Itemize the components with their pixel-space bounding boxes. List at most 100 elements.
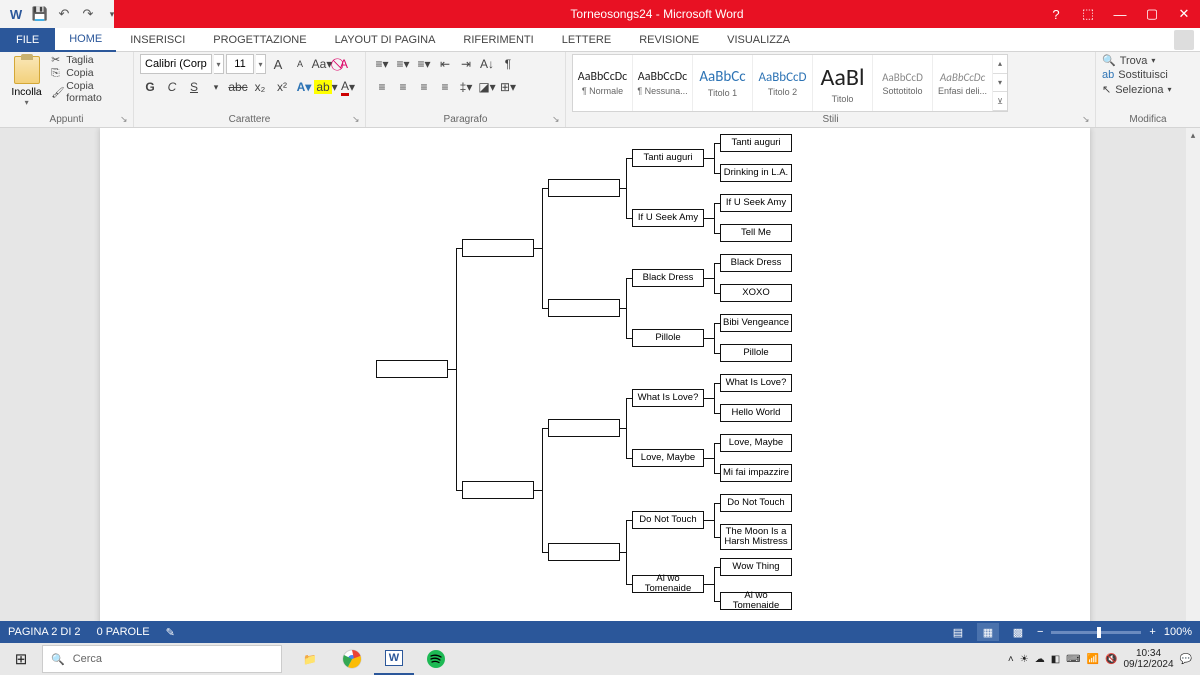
- text-effects-icon[interactable]: A▾: [294, 77, 314, 97]
- bullets-icon[interactable]: ≡▾: [372, 54, 392, 74]
- help-icon[interactable]: ?: [1040, 0, 1072, 28]
- replace-button[interactable]: abSostituisci: [1102, 69, 1168, 81]
- tray-app-icon[interactable]: ◧: [1051, 654, 1060, 665]
- bold-icon[interactable]: G: [140, 77, 160, 97]
- view-read-icon[interactable]: ▤: [947, 623, 969, 641]
- align-right-icon[interactable]: ≡: [414, 77, 434, 97]
- style-item[interactable]: AaBbCcDSottotitolo: [873, 55, 933, 111]
- style-item[interactable]: AaBlTitolo: [813, 55, 873, 111]
- numbering-icon[interactable]: ≡▾: [393, 54, 413, 74]
- align-center-icon[interactable]: ≡: [393, 77, 413, 97]
- italic-icon[interactable]: C: [162, 77, 182, 97]
- view-print-icon[interactable]: ▦: [977, 623, 999, 641]
- dialog-launcher-icon[interactable]: ↘: [552, 114, 562, 124]
- tab-view[interactable]: VISUALIZZA: [713, 28, 804, 52]
- tab-design[interactable]: PROGETTAZIONE: [199, 28, 320, 52]
- grow-font-icon[interactable]: A: [268, 54, 288, 74]
- undo-icon[interactable]: ↶: [54, 4, 74, 24]
- redo-icon[interactable]: ↷: [78, 4, 98, 24]
- status-words[interactable]: 0 PAROLE: [97, 626, 150, 638]
- subscript-icon[interactable]: x₂: [250, 77, 270, 97]
- select-button[interactable]: ↖Seleziona▾: [1102, 83, 1172, 96]
- line-spacing-icon[interactable]: ‡▾: [456, 77, 476, 97]
- ribbon-display-icon[interactable]: ⬚: [1072, 0, 1104, 28]
- superscript-icon[interactable]: x²: [272, 77, 292, 97]
- tab-mailings[interactable]: LETTERE: [548, 28, 626, 52]
- align-left-icon[interactable]: ≡: [372, 77, 392, 97]
- justify-icon[interactable]: ≡: [435, 77, 455, 97]
- copy-button[interactable]: ⎘Copia: [51, 67, 127, 79]
- strike-icon[interactable]: abc: [228, 77, 248, 97]
- shrink-font-icon[interactable]: A: [290, 54, 310, 74]
- zoom-level[interactable]: 100%: [1164, 626, 1192, 638]
- font-name-select[interactable]: Calibri (Corp: [140, 54, 212, 74]
- view-web-icon[interactable]: ▩: [1007, 623, 1029, 641]
- account-avatar[interactable]: [1174, 30, 1194, 50]
- chevron-down-icon[interactable]: ▾: [214, 54, 224, 74]
- indent-icon[interactable]: ⇥: [456, 54, 476, 74]
- multilevel-icon[interactable]: ≡▾: [414, 54, 434, 74]
- style-item[interactable]: AaBbCcDcEnfasi deli...: [933, 55, 993, 111]
- dialog-launcher-icon[interactable]: ↘: [120, 114, 130, 124]
- tray-wifi-icon[interactable]: 📶: [1087, 654, 1099, 665]
- tray-lang-icon[interactable]: ⌨: [1066, 654, 1080, 665]
- sort-icon[interactable]: A↓: [477, 54, 497, 74]
- taskbar-search[interactable]: 🔍 Cerca: [42, 645, 282, 673]
- tab-review[interactable]: REVISIONE: [625, 28, 713, 52]
- tray-weather-icon[interactable]: ☀: [1020, 654, 1029, 665]
- tray-clock[interactable]: 10:34 09/12/2024: [1123, 648, 1173, 670]
- tab-references[interactable]: RIFERIMENTI: [449, 28, 547, 52]
- chevron-down-icon[interactable]: ▾: [256, 54, 266, 74]
- spotify-icon[interactable]: [416, 643, 456, 675]
- status-proofing-icon[interactable]: ✎: [166, 626, 175, 639]
- dialog-launcher-icon[interactable]: ↘: [352, 114, 362, 124]
- change-case-icon[interactable]: Aa▾: [312, 54, 332, 74]
- styles-gallery[interactable]: AaBbCcDc¶ NormaleAaBbCcDc¶ Nessuna...AaB…: [572, 54, 1008, 112]
- find-button[interactable]: 🔍Trova▾: [1102, 54, 1155, 67]
- shading-icon[interactable]: ◪▾: [477, 77, 497, 97]
- outdent-icon[interactable]: ⇤: [435, 54, 455, 74]
- style-item[interactable]: AaBbCcDc¶ Nessuna...: [633, 55, 693, 111]
- style-item[interactable]: AaBbCcDTitolo 2: [753, 55, 813, 111]
- scrollbar-vertical[interactable]: ▴: [1186, 128, 1200, 637]
- status-page[interactable]: PAGINA 2 DI 2: [8, 626, 81, 638]
- tray-chevron-icon[interactable]: ˄: [1008, 654, 1014, 665]
- word-taskbar-icon[interactable]: W: [374, 643, 414, 675]
- tab-insert[interactable]: INSERISCI: [116, 28, 199, 52]
- chevron-down-icon: ▾: [25, 98, 29, 107]
- font-size-select[interactable]: 11: [226, 54, 254, 74]
- document-area[interactable]: Tanti auguriDrinking in L.A.If U Seek Am…: [0, 128, 1200, 637]
- pilcrow-icon[interactable]: ¶: [498, 54, 518, 74]
- zoom-slider[interactable]: [1051, 631, 1141, 634]
- zoom-in-icon[interactable]: +: [1149, 626, 1155, 638]
- tab-file[interactable]: FILE: [0, 28, 55, 52]
- clear-format-icon[interactable]: A⃠: [334, 54, 354, 74]
- tray-volume-icon[interactable]: 🔇: [1105, 654, 1117, 665]
- chrome-icon[interactable]: [332, 643, 372, 675]
- borders-icon[interactable]: ⊞▾: [498, 77, 518, 97]
- maximize-icon[interactable]: ▢: [1136, 0, 1168, 28]
- scroll-up-icon[interactable]: ▴: [1186, 128, 1200, 142]
- highlight-icon[interactable]: ab▾: [316, 77, 336, 97]
- tab-layout[interactable]: LAYOUT DI PAGINA: [321, 28, 450, 52]
- underline-icon[interactable]: S: [184, 77, 204, 97]
- bracket-node: Black Dress: [632, 269, 704, 287]
- tray-onedrive-icon[interactable]: ☁: [1035, 654, 1045, 665]
- tab-home[interactable]: HOME: [55, 28, 116, 52]
- font-color-icon[interactable]: A▾: [338, 77, 358, 97]
- style-item[interactable]: AaBbCcTitolo 1: [693, 55, 753, 111]
- close-icon[interactable]: ✕: [1168, 0, 1200, 28]
- zoom-out-icon[interactable]: −: [1037, 626, 1043, 638]
- dialog-launcher-icon[interactable]: ↘: [1082, 114, 1092, 124]
- gallery-more[interactable]: ▴▾⊻: [993, 55, 1007, 111]
- explorer-icon[interactable]: 📁: [290, 643, 330, 675]
- style-item[interactable]: AaBbCcDc¶ Normale: [573, 55, 633, 111]
- paste-button[interactable]: Incolla ▾: [6, 54, 47, 107]
- format-painter-button[interactable]: 🖌Copia formato: [51, 80, 127, 104]
- tray-notifications-icon[interactable]: 💬: [1180, 654, 1192, 665]
- minimize-icon[interactable]: —: [1104, 0, 1136, 28]
- chevron-down-icon[interactable]: ▾: [206, 77, 226, 97]
- save-icon[interactable]: 💾: [30, 4, 50, 24]
- start-button[interactable]: ⊞: [0, 643, 42, 675]
- cut-button[interactable]: ✂Taglia: [51, 54, 127, 66]
